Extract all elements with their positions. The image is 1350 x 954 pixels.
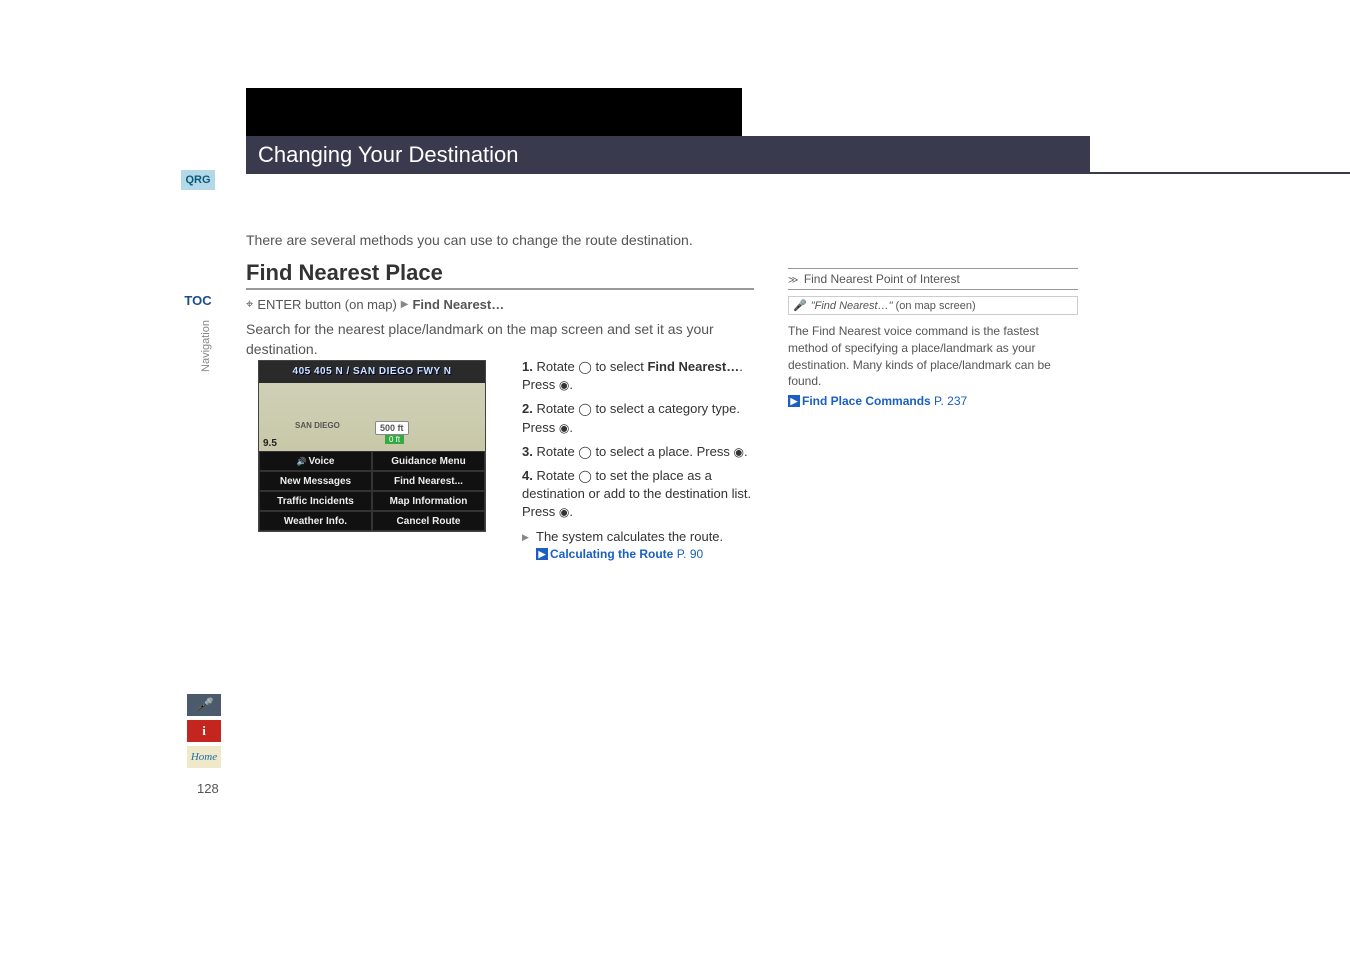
step-number: 3. [522,444,533,459]
press-dial-icon: ◉ [559,377,569,394]
screenshot-menu: Voice Guidance Menu New Messages Find Ne… [259,451,485,531]
screenshot-road-label: 405 405 N / SAN DIEGO FWY N [259,361,485,383]
intro-text: There are several methods you can use to… [246,232,693,248]
chevron-right-icon: ▶ [401,299,409,310]
breadcrumb-prefix: ENTER button (on map) [257,297,396,312]
header-black-bar [246,88,742,136]
press-dial-icon: ◉ [733,444,743,461]
step-number: 4. [522,468,533,483]
press-dial-icon: ◉ [559,504,569,521]
steps-list: 1. Rotate ◯ to select Find Nearest…. Pre… [522,358,752,562]
voice-icon: 🎤 [793,300,807,312]
enter-icon: ⌖ [246,296,253,312]
rotate-dial-icon: ◯ [578,468,591,485]
menu-guidance: Guidance Menu [372,451,485,471]
rotate-dial-icon: ◯ [578,359,591,376]
link-page: P. 237 [934,394,967,408]
menu-messages: New Messages [259,471,372,491]
nav-screenshot: 405 405 N / SAN DIEGO FWY N SAN DIEGO 50… [258,360,486,532]
map-city-label: SAN DIEGO [295,421,340,430]
cross-ref-link[interactable]: ▶Find Place Commands P. 237 [788,394,1078,408]
press-dial-icon: ◉ [559,420,569,437]
menu-cancel-route: Cancel Route [372,511,485,531]
toc-tab[interactable]: TOC [181,293,215,313]
link-text: Find Place Commands [802,394,931,408]
screenshot-map-area: SAN DIEGO 500 ft 0 ft 9.5 [259,383,485,451]
section-heading: Find Nearest Place [246,260,754,290]
voice-command-text: "Find Nearest…" [811,300,893,312]
link-page: P. 90 [677,547,703,561]
map-distance-badge: 500 ft [375,421,409,435]
result-text: The system calculates the route. [536,528,752,546]
section-label-navigation: Navigation [200,320,212,372]
section-description: Search for the nearest place/landmark on… [246,320,746,359]
page-title: Changing Your Destination [258,142,519,167]
menu-traffic: Traffic Incidents [259,491,372,511]
menu-weather: Weather Info. [259,511,372,531]
step-number: 1. [522,359,533,374]
menu-find-nearest: Find Nearest... [372,471,485,491]
menu-map-info: Map Information [372,491,485,511]
cross-ref-link[interactable]: ▶Calculating the Route P. 90 [536,546,752,563]
footer-icon-column: 🎤 i Home [187,694,225,772]
qrg-tab[interactable]: QRG [181,170,215,190]
voice-command-box: 🎤 "Find Nearest…" (on map screen) [788,296,1078,315]
title-bar-rule [1090,172,1350,174]
rotate-dial-icon: ◯ [578,444,591,461]
side-note-column: Find Nearest Point of Interest 🎤 "Find Ne… [788,268,1078,408]
step-number: 2. [522,401,533,416]
page-number: 128 [197,781,219,796]
voice-nav-button[interactable]: 🎤 [187,694,221,716]
link-text: Calculating the Route [550,547,673,561]
link-arrow-icon: ▶ [788,395,800,407]
menu-voice: Voice [259,451,372,471]
side-note-body: The Find Nearest voice command is the fa… [788,323,1078,390]
link-arrow-icon: ▶ [536,548,548,560]
breadcrumb-item: Find Nearest… [412,297,504,312]
page-title-bar: Changing Your Destination [246,136,1090,174]
step-3: 3. Rotate ◯ to select a place. Press ◉. [522,443,752,461]
step-4: 4. Rotate ◯ to set the place as a destin… [522,467,752,522]
breadcrumb: ⌖ ENTER button (on map) ▶ Find Nearest… [246,296,504,312]
rotate-dial-icon: ◯ [578,401,591,418]
step-2: 2. Rotate ◯ to select a category type. P… [522,400,752,436]
info-nav-button[interactable]: i [187,720,221,742]
map-distance-badge-2: 0 ft [385,435,404,444]
side-note-title: Find Nearest Point of Interest [788,268,1078,290]
map-corner-value: 9.5 [263,438,277,449]
step-1: 1. Rotate ◯ to select Find Nearest…. Pre… [522,358,752,394]
step-target: Find Nearest… [647,359,739,374]
voice-command-suffix: (on map screen) [892,300,975,312]
step-result: The system calculates the route. ▶Calcul… [536,528,752,563]
home-nav-button[interactable]: Home [187,746,221,768]
